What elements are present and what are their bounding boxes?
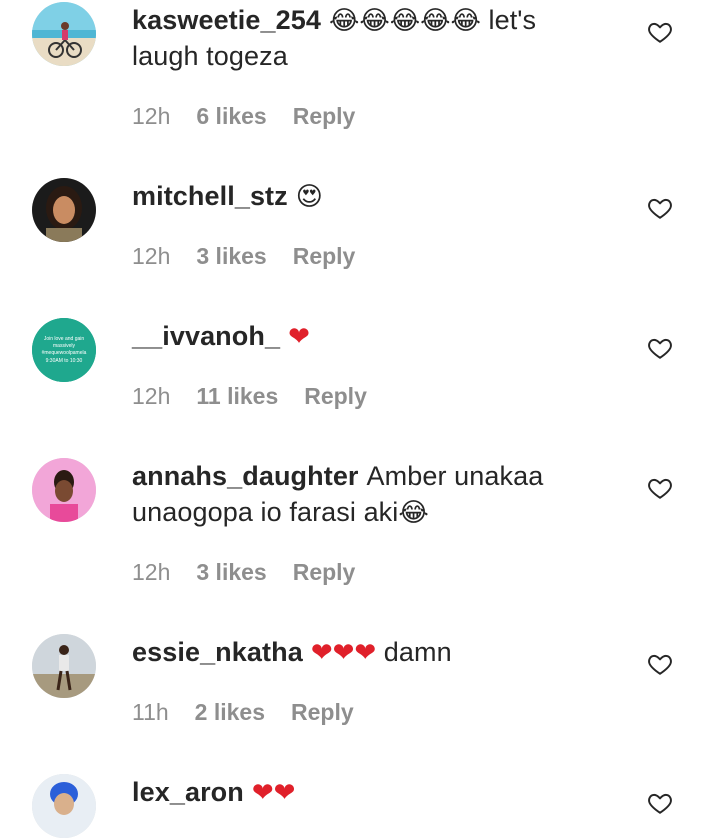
pink-portrait-avatar-icon <box>32 458 96 522</box>
comment-time: 12h <box>132 383 171 409</box>
flyer-text: Join love and gain <box>44 336 85 342</box>
flyer-text: #mequewoolpamela <box>42 350 87 356</box>
comment-username[interactable]: kasweetie_254 <box>132 5 321 35</box>
comment-username[interactable]: lex_aron <box>132 777 244 807</box>
comment-text: lex_aron ❤❤ <box>132 774 602 810</box>
comment-likes[interactable]: 6 likes <box>196 103 266 129</box>
heart-eyes-emoji-icon: 😍 <box>295 181 323 211</box>
comment-meta: 12h 3 likes Reply <box>132 241 381 271</box>
like-heart-icon[interactable] <box>647 475 673 501</box>
comment-username[interactable]: essie_nkatha <box>132 637 303 667</box>
like-heart-icon[interactable] <box>647 195 673 221</box>
red-heart-emoji-icon: ❤ <box>288 321 310 351</box>
comment-likes[interactable]: 11 likes <box>196 383 278 409</box>
comment-text: annahs_daughter Amber unakaa unaogopa io … <box>132 458 602 530</box>
comment-meta: 12h 11 likes Reply <box>132 381 393 411</box>
teal-flyer-avatar-icon: Join love and gain massively #mequewoolp… <box>32 318 96 382</box>
reply-button[interactable]: Reply <box>293 103 356 129</box>
comment-time: 12h <box>132 103 171 129</box>
person-standing-avatar-icon <box>32 634 96 698</box>
comment-likes[interactable]: 2 likes <box>195 699 265 725</box>
comment-likes[interactable]: 3 likes <box>196 243 266 269</box>
avatar[interactable] <box>32 178 96 242</box>
comment-text: __ivvanoh_ ❤ <box>132 318 602 354</box>
reply-button[interactable]: Reply <box>304 383 367 409</box>
comment-time: 12h <box>132 559 171 585</box>
avatar[interactable] <box>32 458 96 522</box>
comment-time: 12h <box>132 243 171 269</box>
flyer-text: massively <box>53 343 75 349</box>
comment-text: mitchell_stz 😍 <box>132 178 602 214</box>
red-heart-emoji-icon: ❤❤❤ <box>310 637 377 667</box>
avatar[interactable]: Join love and gain massively #mequewoolp… <box>32 318 96 382</box>
like-heart-icon[interactable] <box>647 335 673 361</box>
laughing-emoji-icon: 😂 <box>398 497 429 527</box>
comment-username[interactable]: mitchell_stz <box>132 181 288 211</box>
comment-username[interactable]: __ivvanoh_ <box>132 321 280 351</box>
cyclist-beach-avatar-icon <box>32 2 96 66</box>
flyer-text: 9:30AM to 10:30 <box>46 358 83 364</box>
comment-meta: 11h 2 likes Reply <box>132 697 380 727</box>
comment-username[interactable]: annahs_daughter <box>132 461 359 491</box>
like-heart-icon[interactable] <box>647 19 673 45</box>
comment-text: essie_nkatha ❤❤❤ damn <box>132 634 602 670</box>
like-heart-icon[interactable] <box>647 790 673 816</box>
comment-text: kasweetie_254 😂😂😂😂😂 let's laugh togeza <box>132 2 602 74</box>
avatar[interactable] <box>32 634 96 698</box>
reply-button[interactable]: Reply <box>293 243 356 269</box>
comment-meta: 12h 3 likes Reply <box>132 557 381 587</box>
comment-meta: 12h 6 likes Reply <box>132 101 381 131</box>
comment-likes[interactable]: 3 likes <box>196 559 266 585</box>
avatar[interactable] <box>32 2 96 66</box>
comment-time: 11h <box>132 699 169 725</box>
comment-body: damn <box>376 637 452 667</box>
avatar[interactable] <box>32 774 96 838</box>
red-heart-emoji-icon: ❤❤ <box>251 777 296 807</box>
laughing-emoji-icon: 😂😂😂😂😂 <box>328 5 481 35</box>
reply-button[interactable]: Reply <box>291 699 354 725</box>
blue-hair-avatar-icon <box>32 774 96 838</box>
like-heart-icon[interactable] <box>647 651 673 677</box>
reply-button[interactable]: Reply <box>293 559 356 585</box>
woman-portrait-avatar-icon <box>32 178 96 242</box>
